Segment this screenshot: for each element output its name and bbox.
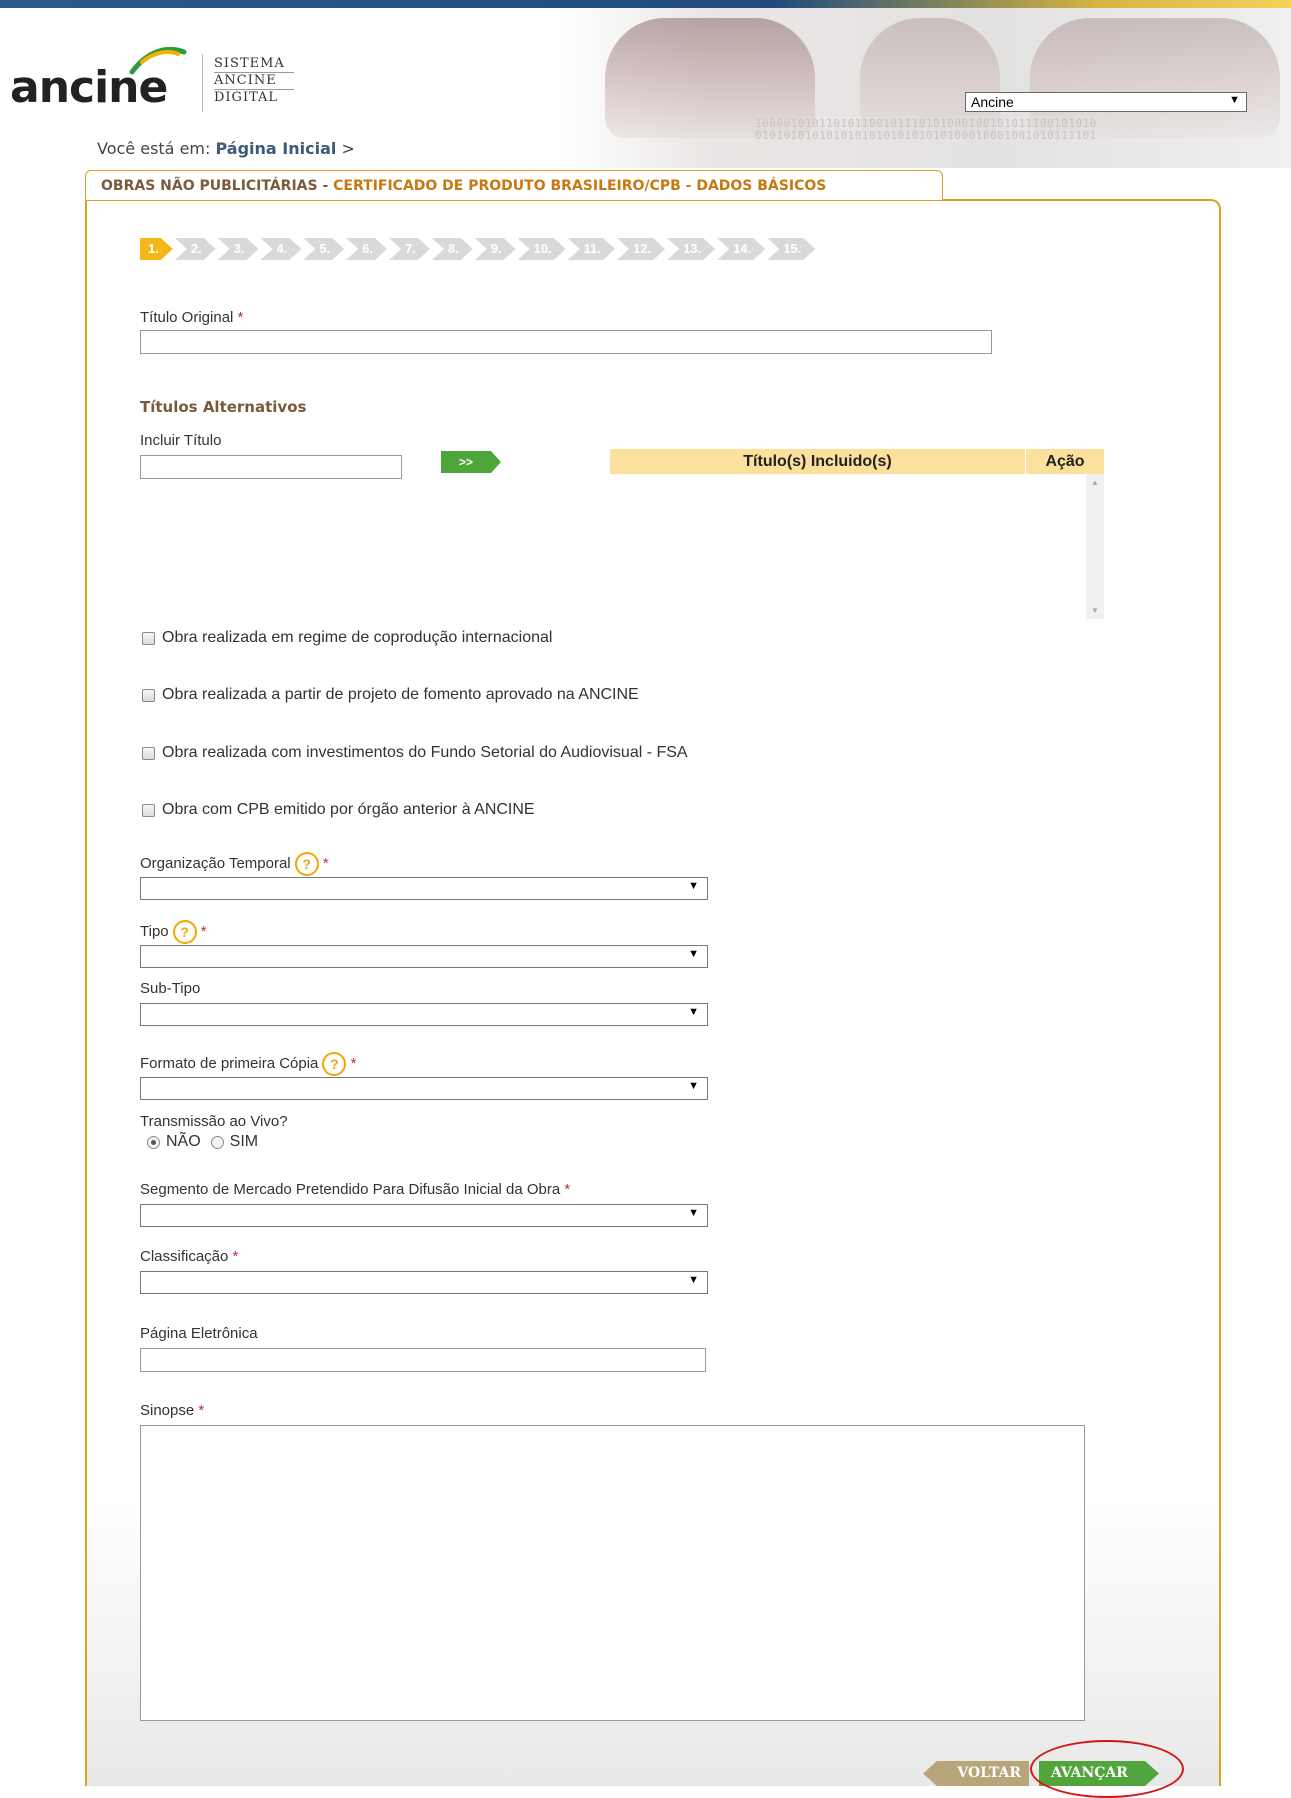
step-9[interactable]: 9.: [475, 238, 516, 260]
scroll-down-icon[interactable]: ▼: [1091, 606, 1099, 615]
checkbox-box[interactable]: [142, 688, 155, 702]
binary-decoration: 1000010101101011001011101010001001010111…: [755, 117, 1097, 142]
checkbox-box[interactable]: [142, 803, 155, 817]
step-11[interactable]: 11.: [568, 238, 615, 260]
ancine-logo: ancine SISTEMA ANCINE DIGITAL: [10, 40, 330, 120]
subtipo-label: Sub-Tipo: [140, 980, 201, 997]
formato-label: Formato de primeira Cópia? *: [140, 1052, 356, 1076]
breadcrumb-home-link[interactable]: Página Inicial: [215, 139, 336, 158]
dropdown-arrow-icon: ▼: [688, 1080, 699, 1092]
tipo-label: Tipo? *: [140, 920, 207, 944]
checkbox-fsa[interactable]: Obra realizada com investimentos do Fund…: [142, 744, 688, 762]
transmissao-label: Transmissão ao Vivo?: [140, 1113, 288, 1130]
scroll-up-icon[interactable]: ▲: [1091, 478, 1099, 487]
dropdown-arrow-icon: ▼: [688, 1207, 699, 1219]
titulo-original-input[interactable]: [140, 330, 992, 354]
voltar-button[interactable]: VOLTAR: [923, 1761, 1029, 1786]
dropdown-arrow-icon: ▼: [1229, 94, 1240, 106]
add-title-button[interactable]: >>: [441, 451, 501, 473]
breadcrumb: Você está em: Página Inicial >: [97, 139, 355, 158]
titles-scrollbar[interactable]: ▲ ▼: [1086, 474, 1104, 619]
tipo-select[interactable]: ▼: [140, 945, 708, 968]
logo-subtitle: SISTEMA ANCINE DIGITAL: [214, 57, 294, 107]
help-icon[interactable]: ?: [172, 920, 197, 944]
checkbox-box[interactable]: [142, 631, 155, 645]
step-7[interactable]: 7.: [389, 238, 430, 260]
incluir-titulo-label: Incluir Título: [140, 432, 222, 449]
step-4[interactable]: 4.: [261, 238, 302, 260]
step-2[interactable]: 2.: [175, 238, 216, 260]
organization-select[interactable]: Ancine ▼: [965, 92, 1247, 112]
sinopse-textarea[interactable]: [140, 1425, 1085, 1721]
sinopse-label: Sinopse *: [140, 1402, 205, 1419]
column-header-titles: Título(s) Incluido(s): [610, 449, 1026, 474]
step-10[interactable]: 10.: [518, 238, 566, 260]
column-header-action: Ação: [1045, 453, 1085, 470]
organizacao-temporal-label: Organização Temporal? *: [140, 852, 329, 876]
logo-swoosh-icon: [129, 47, 187, 75]
titulos-alternativos-heading: Títulos Alternativos: [140, 398, 307, 416]
highlight-annotation: [1030, 1740, 1184, 1798]
dropdown-arrow-icon: ▼: [688, 1006, 699, 1018]
classificacao-label: Classificação *: [140, 1248, 239, 1265]
checkbox-box[interactable]: [142, 746, 155, 760]
segmento-select[interactable]: ▼: [140, 1204, 708, 1227]
help-icon[interactable]: ?: [322, 1052, 347, 1076]
step-13[interactable]: 13.: [667, 238, 715, 260]
checkbox-fomento[interactable]: Obra realizada a partir de projeto de fo…: [142, 686, 639, 704]
film-banner: [560, 8, 1291, 168]
dropdown-arrow-icon: ▼: [688, 880, 699, 892]
titulo-original-label: Título Original *: [140, 309, 244, 326]
included-titles-list: ▲ ▼: [610, 474, 1104, 619]
top-stripe: [0, 0, 1291, 8]
classificacao-select[interactable]: ▼: [140, 1271, 708, 1294]
pagina-eletronica-label: Página Eletrônica: [140, 1325, 258, 1342]
radio-sim[interactable]: [210, 1135, 224, 1149]
step-5[interactable]: 5.: [303, 238, 344, 260]
step-15[interactable]: 15.: [767, 238, 815, 260]
radio-nao[interactable]: [147, 1135, 160, 1149]
checkbox-coproducao[interactable]: Obra realizada em regime de coprodução i…: [142, 629, 552, 647]
step-12[interactable]: 12.: [617, 238, 665, 260]
wizard-steps: 1. 2. 3. 4. 5. 6. 7. 8. 9. 10. 11. 12. 1…: [140, 238, 817, 260]
panel-title-tab: OBRAS NÃO PUBLICITÁRIAS - CERTIFICADO DE…: [85, 170, 943, 200]
subtipo-select[interactable]: ▼: [140, 1003, 708, 1026]
help-icon[interactable]: ?: [294, 852, 319, 876]
dropdown-arrow-icon: ▼: [688, 1274, 699, 1286]
segmento-label: Segmento de Mercado Pretendido Para Difu…: [140, 1181, 571, 1198]
incluir-titulo-input[interactable]: [140, 455, 402, 479]
step-14[interactable]: 14.: [717, 238, 765, 260]
checkbox-cpb-anterior[interactable]: Obra com CPB emitido por órgão anterior …: [142, 801, 535, 819]
included-titles-table: Título(s) Incluido(s) Ação ▲ ▼: [610, 449, 1104, 619]
formato-select[interactable]: ▼: [140, 1077, 708, 1100]
pagina-eletronica-input[interactable]: [140, 1348, 706, 1372]
step-6[interactable]: 6.: [346, 238, 387, 260]
transmissao-radio-group: NÃO SIM: [147, 1133, 258, 1151]
organizacao-temporal-select[interactable]: ▼: [140, 877, 708, 900]
step-3[interactable]: 3.: [218, 238, 259, 260]
step-8[interactable]: 8.: [432, 238, 473, 260]
dropdown-arrow-icon: ▼: [688, 948, 699, 960]
step-1[interactable]: 1.: [140, 238, 173, 260]
